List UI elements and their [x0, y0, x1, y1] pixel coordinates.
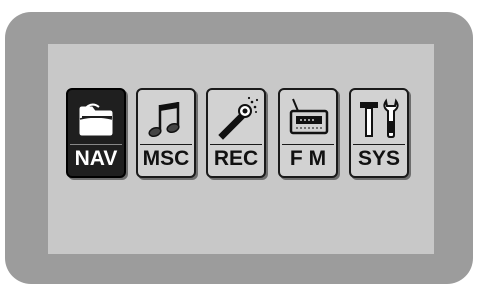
tile-divider	[210, 144, 262, 145]
menu-item-label: SYS	[357, 147, 401, 170]
menu-item-label: MSC	[142, 147, 190, 170]
tile-divider	[140, 144, 192, 145]
music-note-icon	[148, 102, 180, 138]
tools-icon	[360, 98, 399, 138]
menu-item-label: REC	[213, 147, 259, 170]
tile-divider	[282, 144, 334, 145]
menu-item-label: F M	[289, 147, 327, 170]
menu-item-rec[interactable]: REC	[206, 88, 266, 178]
menu-item-nav[interactable]: NAV	[66, 88, 126, 178]
folder-icon	[79, 103, 113, 136]
radio-icon	[289, 98, 329, 135]
menu-item-sys[interactable]: SYS	[349, 88, 409, 178]
tile-divider	[70, 144, 122, 145]
menu-item-msc[interactable]: MSC	[136, 88, 196, 178]
menu-item-fm[interactable]: F M	[278, 88, 338, 178]
microphone-icon	[218, 96, 259, 140]
tile-divider	[353, 144, 405, 145]
menu-item-label: NAV	[74, 147, 118, 170]
